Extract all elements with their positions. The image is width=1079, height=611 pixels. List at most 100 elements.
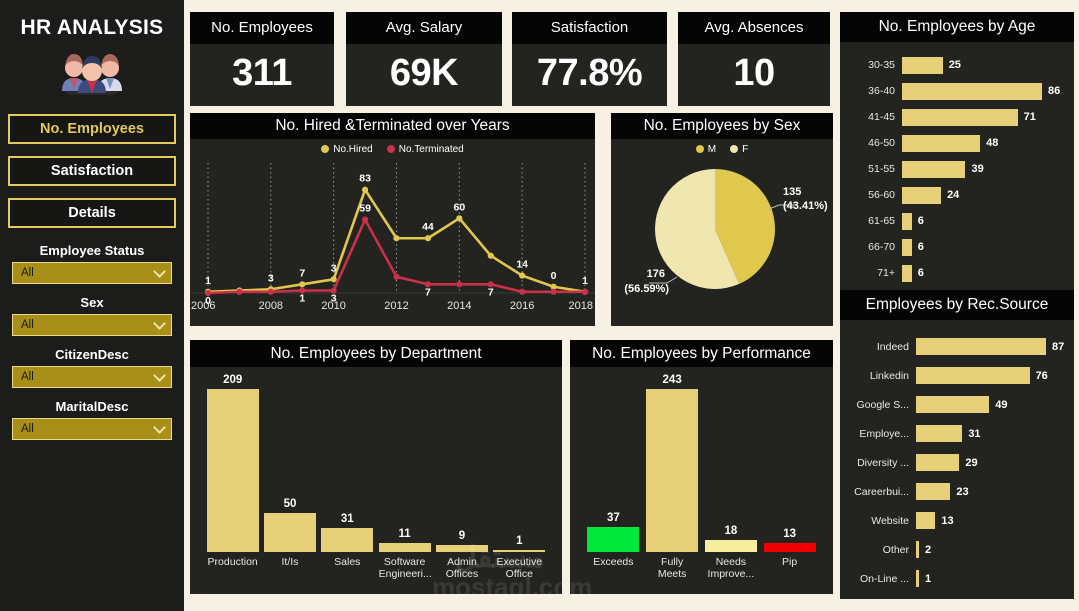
svg-text:3: 3 <box>268 272 274 284</box>
bar-column[interactable]: 11 <box>378 373 431 552</box>
bar-row[interactable]: On-Line ... 1 <box>844 564 1070 593</box>
bar-fill <box>916 541 919 558</box>
bar-column[interactable]: 37 <box>587 373 640 552</box>
age-bars: 30-35 25 36-40 86 41-45 71 46-50 48 51-55 39 56-60… <box>840 42 1074 292</box>
bar-track: 71 <box>902 108 1070 126</box>
bar-row[interactable]: Google S... 49 <box>844 390 1070 419</box>
legend-swatch <box>321 145 330 154</box>
bar-column[interactable]: 1 <box>493 373 546 552</box>
employee-status-select[interactable]: All <box>12 262 172 284</box>
kpi-card-avg-absences: Avg. Absences 10 <box>678 12 830 106</box>
bar-category-label: Sales <box>334 556 361 568</box>
bar-track: 86 <box>902 82 1070 100</box>
sex-select[interactable]: All <box>12 314 172 336</box>
bar-column[interactable]: 209 <box>206 373 259 552</box>
chevron-down-icon <box>153 369 166 382</box>
bar-column[interactable]: 50 <box>263 373 316 552</box>
sidebar-item-details[interactable]: Details <box>8 198 176 228</box>
bar-value-label: 13 <box>941 514 954 527</box>
bar-row[interactable]: 36-40 86 <box>844 78 1070 104</box>
bar-fill <box>902 186 942 204</box>
bar-column[interactable]: 243 <box>646 373 699 552</box>
chart-legend: No.Hired No.Terminated <box>190 139 595 155</box>
bar-row[interactable]: Other 2 <box>844 535 1070 564</box>
legend-swatch <box>386 145 395 154</box>
bar-fill <box>902 264 912 282</box>
bar-category-label: 71+ <box>877 267 895 279</box>
svg-text:59: 59 <box>359 203 371 215</box>
chart-employees-by-age: No. Employees by Age 30-35 25 36-40 86 41-45… <box>840 12 1074 295</box>
bar-axis-label-wrap: Executive Office <box>493 556 545 580</box>
chevron-down-icon <box>153 421 166 434</box>
kpi-value: 69K <box>389 52 459 94</box>
bar-fill <box>263 513 316 552</box>
bar-track: 1 <box>916 570 1070 587</box>
bar-row[interactable]: 71+ 6 <box>844 260 1070 286</box>
bar-row[interactable]: Website 13 <box>844 506 1070 535</box>
bar-value-label: 9 <box>458 529 466 542</box>
bar-track: 76 <box>916 367 1070 384</box>
svg-text:7: 7 <box>425 286 431 298</box>
svg-text:14: 14 <box>516 259 528 271</box>
bar-track: 6 <box>902 264 1070 282</box>
bar-category-label: 56-60 <box>868 189 895 201</box>
bar-row[interactable]: 61-65 6 <box>844 208 1070 234</box>
bar-column[interactable]: 18 <box>704 373 757 552</box>
bar-column[interactable]: 9 <box>435 373 488 552</box>
bar-fill <box>916 367 1030 384</box>
bar-fill <box>378 543 431 552</box>
maritaldesc-select[interactable]: All <box>12 418 172 440</box>
bar-fill <box>763 543 816 552</box>
bar-column[interactable]: 31 <box>321 373 374 552</box>
sidebar-item-satisfaction[interactable]: Satisfaction <box>8 156 176 186</box>
bar-row[interactable]: Careerbui... 23 <box>844 477 1070 506</box>
bar-fill <box>916 338 1046 355</box>
bar-row[interactable]: Linkedin 76 <box>844 361 1070 390</box>
bar-row[interactable]: 56-60 24 <box>844 182 1070 208</box>
chart-title: No. Employees by Sex <box>611 113 833 139</box>
bar-row[interactable]: Indeed 87 <box>844 332 1070 361</box>
bar-value-label: 39 <box>971 163 984 175</box>
bar-column[interactable]: 13 <box>763 373 816 552</box>
svg-text:2018: 2018 <box>569 300 593 312</box>
bar-fill <box>916 512 936 529</box>
sidebar: HR ANALYSIS No. Employees Satisfaction D… <box>0 0 184 611</box>
bar-fill <box>206 389 259 552</box>
svg-text:44: 44 <box>422 221 434 233</box>
bar-fill <box>902 134 981 152</box>
chart-title: Employees by Rec.Source <box>840 290 1074 320</box>
bar-row[interactable]: 30-35 25 <box>844 52 1070 78</box>
citizendesc-select[interactable]: All <box>12 366 172 388</box>
bar-row[interactable]: 51-55 39 <box>844 156 1070 182</box>
legend-item-hired: No.Hired <box>321 144 373 155</box>
rec-source-bars: Indeed 87 Linkedin 76 Google S... 49 Employe..… <box>840 320 1074 599</box>
bar-value-label: 13 <box>783 528 797 541</box>
bar-fill <box>902 108 1018 126</box>
bar-row[interactable]: 46-50 48 <box>844 130 1070 156</box>
filter-value: All <box>21 423 34 435</box>
bar-category-label: Google S... <box>856 398 909 411</box>
bar-row[interactable]: Diversity ... 29 <box>844 448 1070 477</box>
filter-label: Employee Status <box>39 243 145 258</box>
bar-value-label: 76 <box>1035 369 1048 382</box>
bar-category-label: Website <box>871 514 909 527</box>
sidebar-item-no-employees[interactable]: No. Employees <box>8 114 176 144</box>
chart-title: No. Hired &Terminated over Years <box>190 113 595 139</box>
bar-fill <box>493 550 546 552</box>
bar-value-label: 48 <box>986 137 999 149</box>
bar-axis-label-wrap: Fully Meets <box>646 556 698 580</box>
svg-text:7: 7 <box>488 286 494 298</box>
bar-row[interactable]: 66-70 6 <box>844 234 1070 260</box>
bar-value-label: 6 <box>917 241 924 253</box>
bar-row[interactable]: 41-45 71 <box>844 104 1070 130</box>
bar-category-label: 46-50 <box>868 137 895 149</box>
svg-text:3: 3 <box>331 262 337 274</box>
bar-category-label: Pip <box>782 556 798 568</box>
filter-label: Sex <box>80 295 104 310</box>
legend-item-f: F <box>730 144 748 155</box>
bar-category-label: Production <box>207 556 258 568</box>
bar-category-label: Executive Office <box>496 556 543 580</box>
bar-value-label: 18 <box>724 524 738 537</box>
bar-row[interactable]: Employe... 31 <box>844 419 1070 448</box>
bar-fill <box>646 389 699 552</box>
